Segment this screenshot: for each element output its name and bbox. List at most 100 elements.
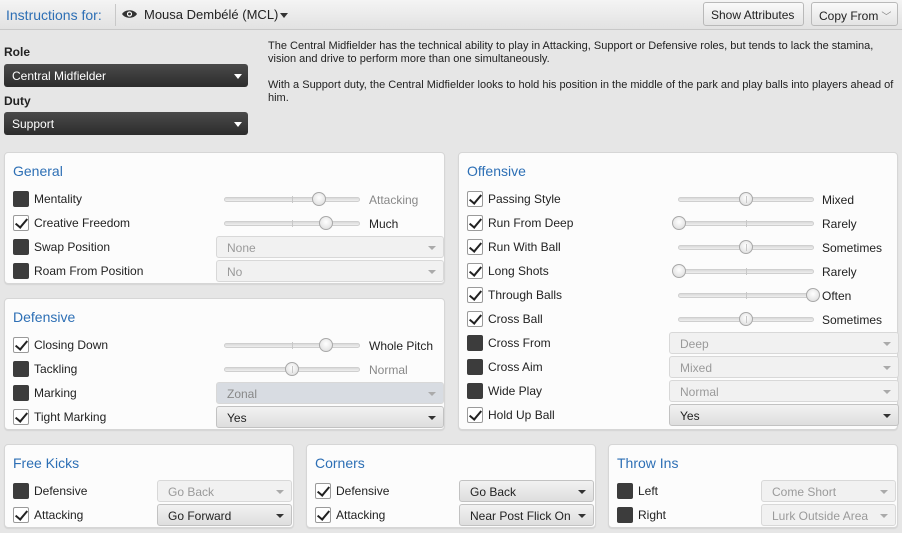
checkbox-passing-style[interactable] <box>467 191 483 207</box>
duty-select[interactable]: Support <box>4 112 248 135</box>
instruction-row-closing-down: Closing Down Whole Pitch <box>13 335 436 355</box>
slider-track[interactable] <box>672 264 814 278</box>
chevron-down-icon <box>883 390 891 394</box>
free-kicks-panel: Free Kicks Defensive Go Back Attacking Go Fo… <box>4 444 294 528</box>
checkbox-cross-from[interactable] <box>467 335 483 351</box>
checkbox-right[interactable] <box>617 507 633 523</box>
checkbox-closing-down[interactable] <box>13 337 29 353</box>
instruction-label: Attacking <box>336 508 386 522</box>
checkbox-wide-play[interactable] <box>467 383 483 399</box>
select-defensive[interactable]: Go Back <box>459 480 594 502</box>
instruction-row-swap-position: Swap Position None <box>13 236 444 258</box>
duty-description: With a Support duty, the Central Midfiel… <box>268 79 894 104</box>
slider-handle[interactable] <box>285 362 299 376</box>
checkbox-defensive[interactable] <box>13 483 29 499</box>
select-tight-marking[interactable]: Yes <box>216 406 444 428</box>
checkbox-defensive[interactable] <box>315 483 331 499</box>
slider-track[interactable] <box>224 216 360 230</box>
chevron-down-icon <box>276 514 284 518</box>
slider-handle[interactable] <box>318 338 333 352</box>
slider-track[interactable] <box>678 192 814 206</box>
chevron-down-icon <box>428 246 436 250</box>
select-left[interactable]: Come Short <box>761 480 896 502</box>
select-defensive[interactable]: Go Back <box>157 480 292 502</box>
instruction-row-hold-up-ball: Hold Up Ball Yes <box>467 404 899 426</box>
slider-track[interactable] <box>678 288 820 302</box>
instruction-row-defensive: Defensive Go Back <box>315 480 594 502</box>
slider-handle[interactable] <box>739 192 753 206</box>
select-cross-aim[interactable]: Mixed <box>669 356 899 378</box>
checkbox-swap-position[interactable] <box>13 239 29 255</box>
select-value: Go Back <box>168 485 215 499</box>
select-value: Go Back <box>470 485 517 499</box>
select-attacking[interactable]: Near Post Flick On <box>459 504 594 526</box>
chevron-down-icon[interactable] <box>280 13 288 18</box>
checkbox-left[interactable] <box>617 483 633 499</box>
duty-value: Support <box>12 117 55 131</box>
instruction-label: Wide Play <box>488 384 543 398</box>
slider-handle[interactable] <box>311 192 326 206</box>
slider-track[interactable] <box>224 338 360 352</box>
select-value: Mixed <box>680 361 713 375</box>
slider-value: Much <box>369 217 399 231</box>
select-cross-from[interactable]: Deep <box>669 332 899 354</box>
copy-from-button[interactable]: Copy From ﹀ <box>811 2 898 26</box>
slider-handle[interactable] <box>672 216 686 230</box>
instruction-label: Passing Style <box>488 192 561 206</box>
checkbox-run-with-ball[interactable] <box>467 239 483 255</box>
instruction-row-tackling: Tackling Normal <box>13 359 436 379</box>
select-hold-up-ball[interactable]: Yes <box>669 404 899 426</box>
chevron-down-icon: ﹀ <box>881 12 892 23</box>
chevron-down-icon <box>883 414 891 418</box>
checkbox-attacking[interactable] <box>13 507 29 523</box>
instruction-label: Defensive <box>34 484 88 498</box>
slider-track[interactable] <box>672 216 814 230</box>
slider-handle[interactable] <box>318 216 333 230</box>
instruction-row-creative-freedom: Creative Freedom Much <box>13 213 436 233</box>
select-attacking[interactable]: Go Forward <box>157 504 292 526</box>
slider-track[interactable] <box>678 312 814 326</box>
select-wide-play[interactable]: Normal <box>669 380 899 402</box>
role-select[interactable]: Central Midfielder <box>4 64 248 87</box>
checkbox-run-from-deep[interactable] <box>467 215 483 231</box>
slider-track[interactable] <box>224 362 360 376</box>
show-attributes-button[interactable]: Show Attributes <box>703 2 804 26</box>
instruction-row-run-with-ball: Run With Ball Sometimes <box>467 237 889 257</box>
checkbox-cross-ball[interactable] <box>467 311 483 327</box>
select-marking[interactable]: Zonal <box>216 382 444 404</box>
checkbox-attacking[interactable] <box>315 507 331 523</box>
select-swap-position[interactable]: None <box>216 236 444 258</box>
slider-handle[interactable] <box>672 264 686 278</box>
instruction-label: Defensive <box>336 484 390 498</box>
chevron-down-icon <box>234 122 242 127</box>
checkbox-tackling[interactable] <box>13 361 29 377</box>
checkbox-roam-from-position[interactable] <box>13 263 29 279</box>
checkbox-mentality[interactable] <box>13 191 29 207</box>
slider-handle[interactable] <box>806 288 820 302</box>
player-selector[interactable]: Mousa Dembélé (MCL) <box>144 7 278 22</box>
checkbox-hold-up-ball[interactable] <box>467 407 483 423</box>
instruction-label: Hold Up Ball <box>488 408 555 422</box>
instruction-label: Attacking <box>34 508 84 522</box>
chevron-down-icon <box>578 514 586 518</box>
chevron-down-icon <box>428 392 436 396</box>
checkbox-marking[interactable] <box>13 385 29 401</box>
checkbox-long-shots[interactable] <box>467 263 483 279</box>
slider-track[interactable] <box>224 192 360 206</box>
checkbox-through-balls[interactable] <box>467 287 483 303</box>
slider-handle[interactable] <box>739 312 753 326</box>
instruction-label: Tackling <box>34 362 78 376</box>
slider-track[interactable] <box>678 240 814 254</box>
panel-title: Defensive <box>13 309 76 325</box>
eye-icon[interactable] <box>121 8 138 20</box>
checkbox-cross-aim[interactable] <box>467 359 483 375</box>
select-value: Near Post Flick On <box>470 509 571 523</box>
select-roam-from-position[interactable]: No <box>216 260 444 282</box>
checkbox-creative-freedom[interactable] <box>13 215 29 231</box>
defensive-panel: Defensive Closing Down Whole Pitch Tackling… <box>4 298 445 430</box>
select-right[interactable]: Lurk Outside Area <box>761 504 896 526</box>
slider-handle[interactable] <box>739 240 753 254</box>
checkbox-tight-marking[interactable] <box>13 409 29 425</box>
select-value: Zonal <box>227 387 258 401</box>
instruction-label: Long Shots <box>488 264 549 278</box>
